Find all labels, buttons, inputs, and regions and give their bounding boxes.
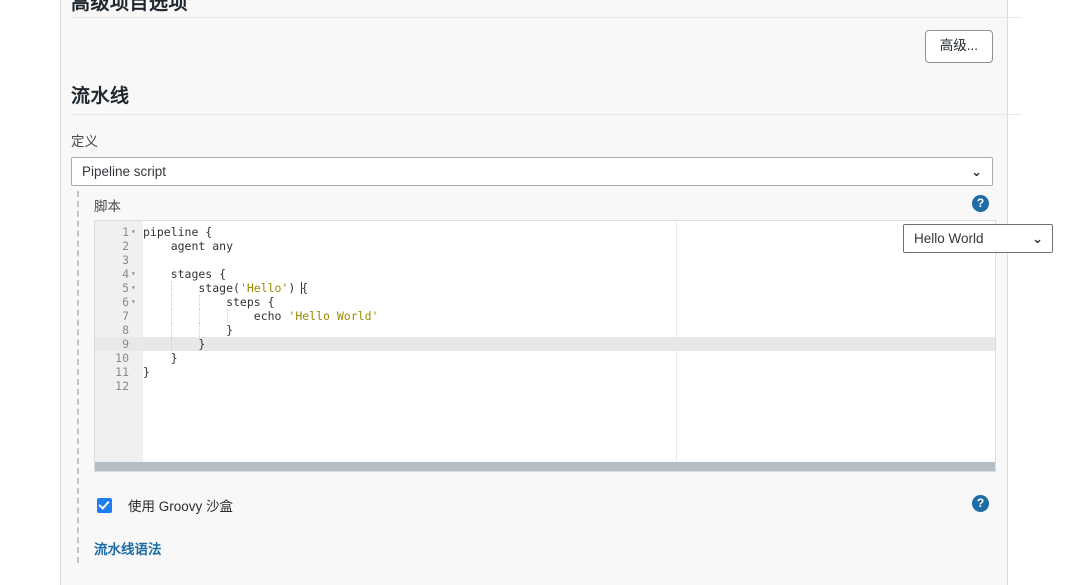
pipeline-config-page: 高级项目选项 高级... 流水线 定义 Pipeline script ⌄ 脚本… (0, 0, 1071, 585)
line-number: 10 (115, 351, 129, 365)
code-line[interactable]: 7 echo 'Hello World' (95, 309, 995, 323)
code-line[interactable]: 8 } (95, 323, 995, 337)
line-number: 7 (122, 309, 129, 323)
line-number: 2 (122, 239, 129, 253)
help-icon[interactable]: ? (972, 195, 989, 212)
code-text: agent any (143, 239, 234, 253)
config-form-panel: 高级项目选项 高级... 流水线 定义 Pipeline script ⌄ 脚本… (60, 0, 1053, 585)
code-text: pipeline { (143, 225, 213, 239)
code-fold-arrow-icon[interactable]: ▾ (131, 267, 140, 281)
code-text: } (143, 323, 234, 337)
code-line[interactable]: 11} (95, 365, 995, 379)
chevron-down-icon: ⌄ (1032, 231, 1043, 246)
advanced-project-options-section: 高级项目选项 (61, 0, 1009, 14)
script-code-editor[interactable]: 1 ▾ pipeline {2 agent any 3 4 ▾ stages {5 ▾ st… (94, 220, 996, 472)
code-line[interactable]: 5 ▾ stage('Hello') { (95, 281, 995, 295)
definition-select-value: Pipeline script (82, 164, 167, 179)
code-line[interactable]: 6 ▾ steps { (95, 295, 995, 309)
code-text: } (143, 365, 150, 379)
line-number: 8 (122, 323, 129, 337)
code-lines[interactable]: 1 ▾ pipeline {2 agent any 3 4 ▾ stages {5 ▾ st… (95, 225, 995, 393)
code-fold-arrow-icon[interactable]: ▾ (131, 225, 140, 239)
code-line[interactable]: 2 agent any (95, 239, 995, 253)
line-number: 5 (122, 281, 129, 295)
advanced-button[interactable]: 高级... (924, 30, 993, 63)
code-text: echo 'Hello World' (143, 309, 379, 323)
nested-block-guide (77, 191, 79, 563)
line-number: 3 (122, 253, 129, 267)
line-number: 11 (115, 365, 129, 379)
code-text: stage('Hello') { (143, 281, 309, 295)
groovy-sandbox-label[interactable]: 使用 Groovy 沙盒 (128, 495, 233, 515)
groovy-sandbox-checkbox[interactable] (97, 497, 112, 513)
code-line[interactable]: 3 (95, 253, 995, 267)
editor-horizontal-scrollbar[interactable] (95, 462, 995, 471)
code-text: } (143, 351, 178, 365)
chevron-down-icon: ⌄ (971, 164, 982, 179)
pipeline-heading: 流水线 (71, 86, 130, 107)
code-text: stages { (143, 267, 227, 281)
sample-pipeline-value: Hello World (914, 231, 984, 246)
code-line[interactable]: 12 (95, 379, 995, 393)
definition-label: 定义 (71, 134, 98, 149)
code-line[interactable]: 10 } (95, 351, 995, 365)
pipeline-syntax-link[interactable]: 流水线语法 (94, 538, 162, 558)
help-icon[interactable]: ? (972, 495, 989, 512)
pipeline-section: 流水线 (61, 87, 1009, 107)
code-text: steps { (143, 295, 275, 309)
advanced-button-row: 高级... (61, 30, 1009, 63)
script-label: 脚本 (94, 199, 121, 214)
code-fold-arrow-icon[interactable]: ▾ (131, 281, 140, 295)
line-number: 6 (122, 295, 129, 309)
sample-pipeline-select[interactable]: Hello World ⌄ (903, 224, 1053, 253)
code-text: } (143, 337, 206, 351)
line-number: 12 (115, 379, 129, 393)
code-fold-arrow-icon[interactable]: ▾ (131, 295, 140, 309)
pipeline-section-divider (73, 114, 1021, 115)
line-number: 4 (122, 267, 129, 281)
advanced-project-options-heading: 高级项目选项 (71, 0, 189, 14)
definition-select[interactable]: Pipeline script ⌄ (71, 157, 993, 186)
code-line[interactable]: 4 ▾ stages { (95, 267, 995, 281)
line-number: 1 (122, 225, 129, 239)
code-editor-body[interactable]: 1 ▾ pipeline {2 agent any 3 4 ▾ stages {5 ▾ st… (95, 221, 995, 464)
code-line[interactable]: 1 ▾ pipeline { (95, 225, 995, 239)
advanced-section-divider (73, 17, 1021, 18)
code-line[interactable]: 9 } (95, 337, 995, 351)
line-number: 9 (122, 337, 129, 351)
groovy-sandbox-row[interactable]: 使用 Groovy 沙盒 (97, 495, 233, 515)
